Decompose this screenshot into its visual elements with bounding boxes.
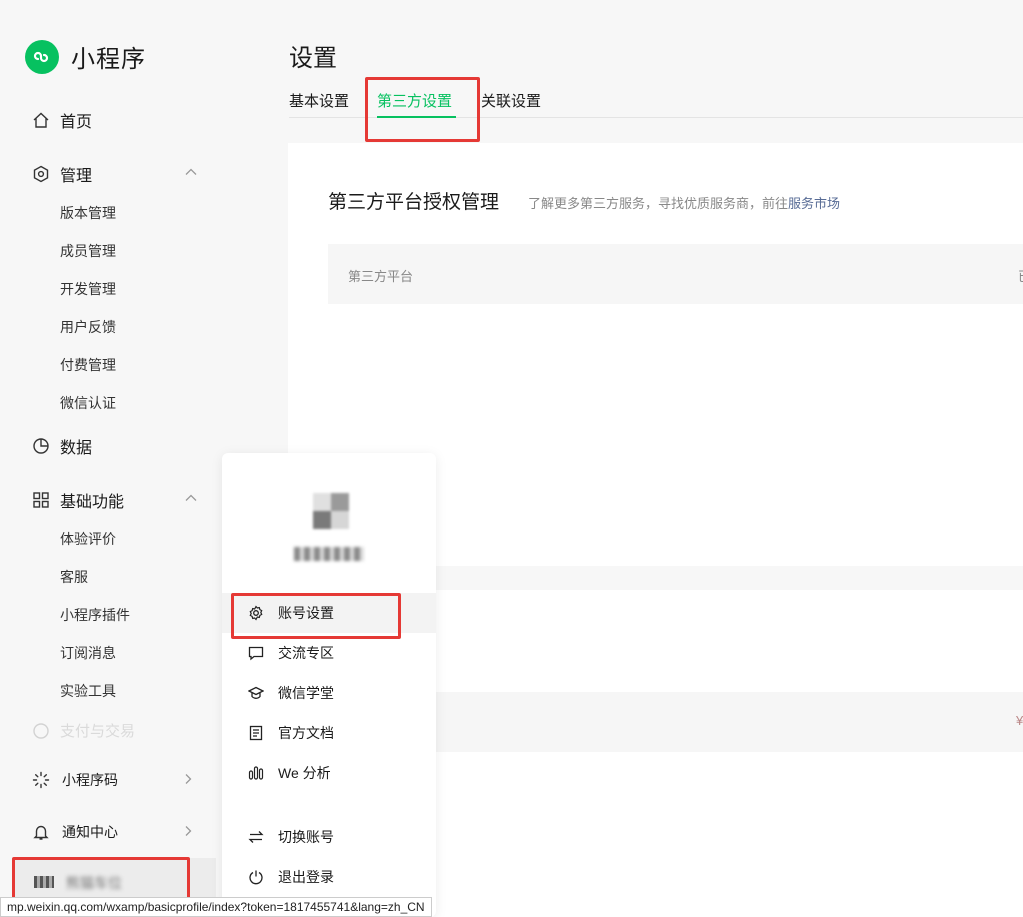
sidebar-item-label: 小程序码 bbox=[62, 772, 118, 788]
column-header-status: 已 bbox=[1018, 266, 1023, 285]
service-market-link[interactable]: 服务市场 bbox=[788, 196, 840, 211]
home-icon bbox=[32, 111, 50, 129]
sidebar-item-plugins[interactable]: 小程序插件 bbox=[60, 605, 130, 625]
document-icon bbox=[248, 725, 264, 741]
app-logo[interactable]: 小程序 bbox=[25, 39, 146, 74]
sidebar-item-qrcode[interactable]: 小程序码 bbox=[32, 770, 118, 790]
sidebar-item-feedback[interactable]: 用户反馈 bbox=[60, 317, 116, 337]
row-value: ¥ bbox=[1016, 713, 1023, 728]
menu-item-label: 官方文档 bbox=[278, 725, 334, 741]
app-name: 小程序 bbox=[71, 46, 146, 73]
page-title: 设置 bbox=[289, 45, 337, 72]
account-popover: 账号设置 交流专区 微信学堂 官方文档 We 分析 切换账号 退出登录 bbox=[222, 453, 436, 917]
sidebar-item-label: 数据 bbox=[60, 440, 93, 457]
menu-item-label: 退出登录 bbox=[278, 869, 334, 885]
menu-item-label: 微信学堂 bbox=[278, 685, 334, 701]
avatar bbox=[34, 876, 54, 888]
chevron-up-icon[interactable] bbox=[184, 491, 198, 505]
sidebar-group-payment[interactable]: 支付与交易 bbox=[32, 720, 135, 741]
pie-chart-icon bbox=[32, 437, 50, 455]
bell-icon bbox=[32, 823, 50, 841]
column-header-platform: 第三方平台 bbox=[348, 269, 414, 284]
sidebar-group-basic[interactable]: 基础功能 bbox=[32, 488, 124, 512]
sidebar-item-notifications[interactable]: 通知中心 bbox=[32, 822, 118, 842]
tab-third-party-settings[interactable]: 第三方设置 bbox=[377, 90, 456, 118]
tab-association-settings[interactable]: 关联设置 bbox=[481, 90, 541, 118]
chat-icon bbox=[248, 645, 264, 661]
qrcode-icon bbox=[32, 771, 50, 789]
menu-item-switch-account[interactable]: 切换账号 bbox=[222, 817, 436, 857]
grid-icon bbox=[32, 491, 50, 509]
card-description-text: 了解更多第三方服务，寻找优质服务商，前往 bbox=[528, 196, 789, 211]
chevron-up-icon[interactable] bbox=[184, 165, 198, 179]
analytics-icon bbox=[248, 765, 264, 781]
tab-basic-settings[interactable]: 基本设置 bbox=[289, 90, 349, 118]
sidebar-item-label: 首页 bbox=[60, 114, 93, 131]
sidebar-item-label: 基础功能 bbox=[60, 494, 125, 511]
power-icon bbox=[248, 869, 264, 885]
miniprogram-logo-icon bbox=[25, 39, 59, 74]
menu-item-we-analysis[interactable]: We 分析 bbox=[222, 753, 436, 793]
status-bar-url: mp.weixin.qq.com/wxamp/basicprofile/inde… bbox=[0, 897, 432, 917]
sidebar-item-experiment[interactable]: 实验工具 bbox=[60, 681, 116, 701]
sidebar-item-development[interactable]: 开发管理 bbox=[60, 279, 116, 299]
sidebar-item-customer-service[interactable]: 客服 bbox=[60, 567, 88, 587]
card-title: 第三方平台授权管理 bbox=[328, 192, 500, 213]
sidebar-item-label: 管理 bbox=[60, 168, 93, 185]
menu-item-wechat-academy[interactable]: 微信学堂 bbox=[222, 673, 436, 713]
switch-icon bbox=[248, 829, 264, 845]
menu-item-label: 账号设置 bbox=[278, 605, 334, 621]
menu-item-label: 切换账号 bbox=[278, 829, 334, 845]
menu-item-official-docs[interactable]: 官方文档 bbox=[222, 713, 436, 753]
hexagon-settings-icon bbox=[32, 165, 50, 183]
sidebar-item-certification[interactable]: 微信认证 bbox=[60, 393, 116, 413]
sidebar-item-subscription[interactable]: 订阅消息 bbox=[60, 643, 116, 663]
sidebar-item-data[interactable]: 数据 bbox=[32, 434, 92, 458]
sidebar: 小程序 首页 管理 版本管理 成员管理 开发管理 用户反馈 付费管理 微信认证 … bbox=[0, 0, 230, 917]
sidebar-group-manage[interactable]: 管理 bbox=[32, 162, 92, 186]
sidebar-item-label: 通知中心 bbox=[62, 824, 118, 840]
currency-icon bbox=[32, 722, 50, 740]
avatar bbox=[313, 493, 349, 529]
sidebar-item-members[interactable]: 成员管理 bbox=[60, 241, 116, 261]
gear-icon bbox=[248, 605, 264, 621]
settings-tabs: 基本设置 第三方设置 关联设置 bbox=[289, 90, 1023, 118]
chevron-right-icon[interactable] bbox=[182, 773, 194, 785]
account-name: 熊猫车位 bbox=[66, 875, 122, 891]
account-name-blurred bbox=[294, 547, 364, 561]
menu-item-label: 交流专区 bbox=[278, 645, 334, 661]
card-description: 了解更多第三方服务，寻找优质服务商，前往服务市场 bbox=[528, 193, 840, 212]
menu-item-logout[interactable]: 退出登录 bbox=[222, 857, 436, 897]
sidebar-item-home[interactable]: 首页 bbox=[32, 108, 92, 132]
menu-item-community[interactable]: 交流专区 bbox=[222, 633, 436, 673]
table-header: 第三方平台 已 bbox=[328, 244, 1023, 304]
sidebar-item-experience[interactable]: 体验评价 bbox=[60, 529, 116, 549]
menu-item-account-settings[interactable]: 账号设置 bbox=[222, 593, 436, 633]
sidebar-item-version[interactable]: 版本管理 bbox=[60, 203, 116, 223]
sidebar-item-billing[interactable]: 付费管理 bbox=[60, 355, 116, 375]
chevron-right-icon[interactable] bbox=[182, 825, 194, 837]
graduation-cap-icon bbox=[248, 685, 264, 701]
menu-item-label: We 分析 bbox=[278, 765, 331, 781]
sidebar-item-label: 支付与交易 bbox=[60, 723, 136, 740]
